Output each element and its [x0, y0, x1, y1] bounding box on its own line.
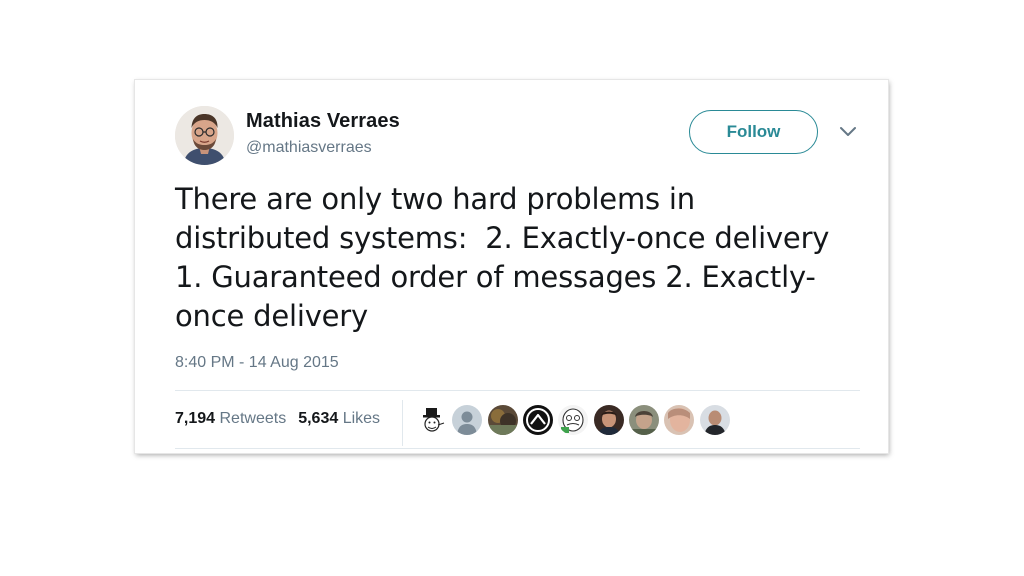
retweets-label: Retweets	[219, 410, 287, 427]
tweet-timestamp[interactable]: 8:40 PM - 14 Aug 2015	[175, 354, 339, 372]
photo-avatar[interactable]	[594, 405, 624, 435]
tweet-card: Mathias Verraes @mathiasverraes Follow T…	[135, 80, 888, 453]
author-avatar-photo-icon	[175, 106, 234, 165]
photo-avatar[interactable]	[664, 405, 694, 435]
default-user-avatar[interactable]	[452, 405, 482, 435]
divider	[175, 448, 860, 449]
follow-button[interactable]: Follow	[689, 110, 818, 154]
tweet-text: There are only two hard problems in dist…	[175, 182, 830, 333]
author-handle[interactable]: @mathiasverraes	[246, 139, 372, 157]
divider	[175, 390, 860, 391]
stats-separator	[402, 400, 403, 446]
photo-avatar[interactable]	[488, 405, 518, 435]
retweets-count: 7,194	[175, 410, 216, 427]
chevron-down-icon[interactable]	[839, 126, 857, 138]
photo-avatar[interactable]	[700, 405, 730, 435]
mountain-logo-avatar[interactable]	[523, 405, 553, 435]
author-avatar[interactable]	[175, 106, 234, 165]
cartoon-face-avatar[interactable]	[558, 405, 588, 435]
retweets-stat[interactable]: 7,194 Retweets	[175, 410, 286, 427]
tweet-stats: 7,194 Retweets 5,634 Likes	[175, 410, 380, 428]
author-name[interactable]: Mathias Verraes	[246, 110, 400, 133]
likes-stat[interactable]: 5,634 Likes	[298, 410, 380, 427]
likes-label: Likes	[342, 410, 381, 427]
top-hat-meme-avatar[interactable]	[417, 405, 447, 435]
likes-count: 5,634	[298, 410, 339, 427]
photo-avatar[interactable]	[629, 405, 659, 435]
